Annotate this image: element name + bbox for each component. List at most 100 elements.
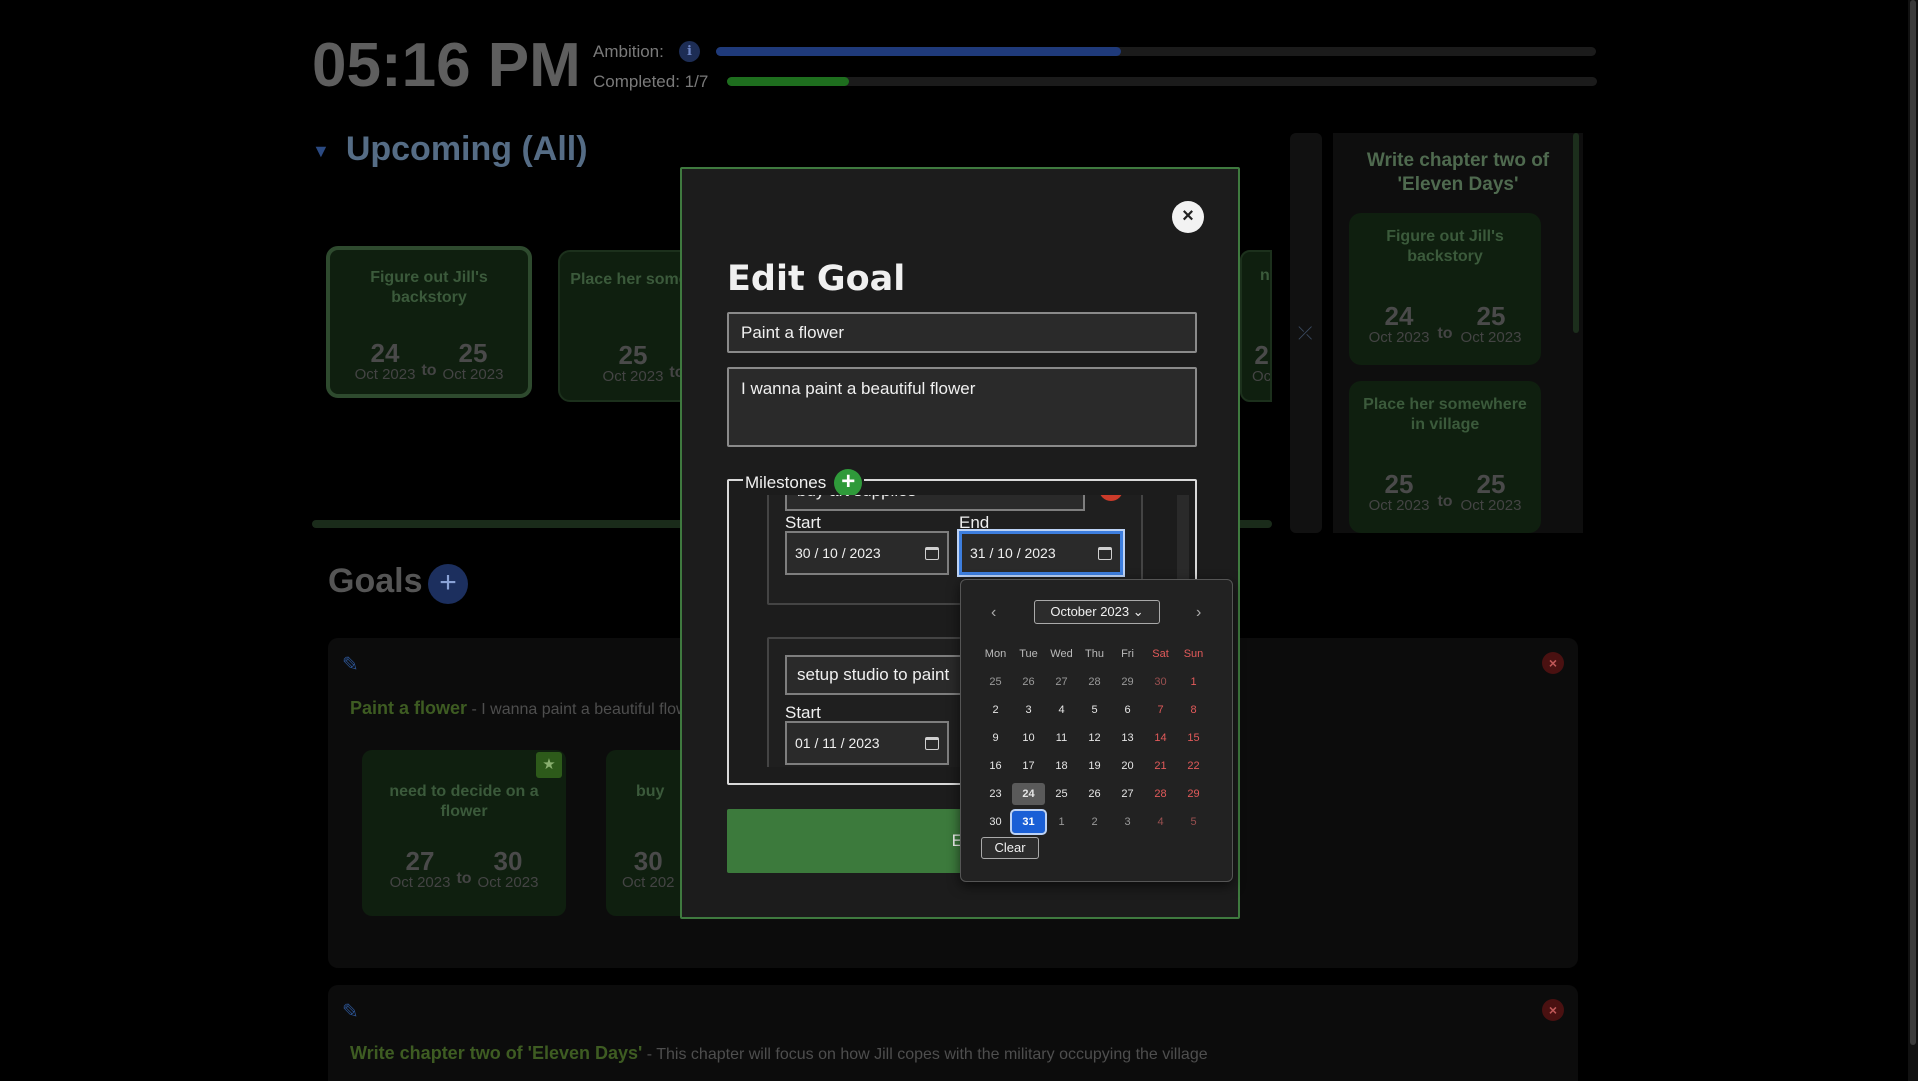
calendar-icon[interactable] xyxy=(925,736,939,750)
calendar-day[interactable]: 25 xyxy=(1045,783,1078,805)
modal-title: Edit Goal xyxy=(727,259,906,299)
start-date-input[interactable]: 01 / 11 / 2023 xyxy=(785,721,949,765)
card-title: Place her somewhere in village xyxy=(1363,396,1527,433)
start-month: Oct 2023 xyxy=(389,874,451,891)
goal-separator: - xyxy=(467,701,482,718)
calendar-day[interactable]: 6 xyxy=(1111,699,1144,721)
calendar-day[interactable]: 26 xyxy=(1078,783,1111,805)
calendar-day[interactable]: 20 xyxy=(1111,755,1144,777)
start-month: Oct 2023 xyxy=(1368,329,1430,346)
goal-name-input[interactable] xyxy=(727,312,1197,353)
calendar-day[interactable]: 15 xyxy=(1177,727,1210,749)
collapse-triangle-icon[interactable]: ▼ xyxy=(312,141,330,162)
upcoming-heading[interactable]: ▼ Upcoming (All) xyxy=(312,130,588,169)
calendar-day[interactable]: 27 xyxy=(1111,783,1144,805)
side-card[interactable]: Figure out Jill's backstory 24 Oct 2023 t… xyxy=(1349,213,1541,365)
calendar-day[interactable]: 16 xyxy=(979,755,1012,777)
milestone-name-input[interactable] xyxy=(785,495,1085,511)
goal-name: Paint a flower xyxy=(350,698,468,718)
milestones-label: Milestones xyxy=(745,473,827,492)
end-day: 25 xyxy=(1476,469,1506,499)
calendar-day[interactable]: 27 xyxy=(1045,671,1078,693)
delete-icon[interactable]: × xyxy=(1542,652,1564,674)
calendar-day[interactable]: 2 xyxy=(1078,811,1111,833)
calendar-day[interactable]: 18 xyxy=(1045,755,1078,777)
weekday-header: Mon xyxy=(984,648,1007,660)
calendar-day[interactable]: 4 xyxy=(1045,699,1078,721)
calendar-icon[interactable] xyxy=(925,546,939,560)
next-month-icon[interactable]: › xyxy=(1196,604,1201,622)
end-month: Oct 2023 xyxy=(442,366,504,383)
calendar-day[interactable]: 17 xyxy=(1012,755,1045,777)
edit-icon[interactable]: ✎ xyxy=(342,999,364,1023)
calendar-day[interactable]: 3 xyxy=(1111,811,1144,833)
calendar-day[interactable]: 19 xyxy=(1078,755,1111,777)
close-icon[interactable]: × xyxy=(1172,201,1204,233)
calendar-day[interactable]: 2 xyxy=(979,699,1012,721)
end-month: Oct 2023 xyxy=(1460,329,1522,346)
end-day: 25 xyxy=(1476,301,1506,331)
end-day: 25 xyxy=(458,338,488,368)
add-milestone-button[interactable]: + xyxy=(834,469,863,497)
calendar-day[interactable]: 1 xyxy=(1177,671,1210,693)
calendar-day[interactable]: 10 xyxy=(1012,727,1045,749)
calendar-day[interactable]: 31 xyxy=(1010,809,1047,835)
star-icon[interactable]: ★ xyxy=(536,752,562,778)
calendar-day[interactable]: 4 xyxy=(1144,811,1177,833)
calendar-day[interactable]: 29 xyxy=(1111,671,1144,693)
calendar-day[interactable]: 28 xyxy=(1144,783,1177,805)
month-year-select[interactable]: October 2023 ⌄ xyxy=(1034,600,1160,624)
prev-month-icon[interactable]: ‹ xyxy=(991,604,996,622)
weekday-header: Thu xyxy=(1085,648,1104,660)
calendar-day[interactable]: 3 xyxy=(1012,699,1045,721)
calendar-day[interactable]: 30 xyxy=(1144,671,1177,693)
calendar-day[interactable]: 7 xyxy=(1144,699,1177,721)
calendar-day[interactable]: 24 xyxy=(1012,783,1045,805)
calendar-day[interactable]: 5 xyxy=(1078,699,1111,721)
calendar-day[interactable]: 28 xyxy=(1078,671,1111,693)
calendar-day[interactable]: 14 xyxy=(1144,727,1177,749)
calendar-day[interactable]: 5 xyxy=(1177,811,1210,833)
add-goal-button[interactable]: + xyxy=(428,564,468,604)
ambition-bar-fill xyxy=(716,47,1121,56)
info-icon[interactable]: i xyxy=(679,41,700,62)
calendar-day[interactable]: 8 xyxy=(1177,699,1210,721)
milestone-card-partial[interactable]: buy 30 Oct 202 xyxy=(606,750,686,916)
calendar-day[interactable]: 26 xyxy=(1012,671,1045,693)
start-day: 24 xyxy=(1384,301,1414,331)
side-panel-title: Write chapter two of 'Eleven Days' xyxy=(1366,150,1550,195)
side-panel-scrollbar[interactable] xyxy=(1573,133,1579,333)
page-scrollbar-thumb[interactable] xyxy=(1910,0,1916,1045)
upcoming-heading-text: Upcoming (All) xyxy=(345,130,588,168)
collapse-arrows-icon[interactable]: ⤫ xyxy=(1298,323,1312,344)
start-month: Oct 2023 xyxy=(354,366,416,383)
calendar-day[interactable]: 23 xyxy=(979,783,1012,805)
side-collapse-bar[interactable]: ⤫ xyxy=(1290,133,1322,533)
end-date-value: 31 / 10 / 2023 xyxy=(970,545,1056,561)
edit-icon[interactable]: ✎ xyxy=(342,652,364,676)
start-day: 25 xyxy=(1384,469,1414,499)
start-date-input[interactable]: 30 / 10 / 2023 xyxy=(785,531,949,575)
calendar-day[interactable]: 13 xyxy=(1111,727,1144,749)
calendar-day[interactable]: 12 xyxy=(1078,727,1111,749)
goal-description-input[interactable]: I wanna paint a beautiful flower xyxy=(727,367,1197,447)
end-date-input[interactable]: 31 / 10 / 2023 xyxy=(957,529,1125,577)
side-card[interactable]: Place her somewhere in village 25 Oct 202… xyxy=(1349,381,1541,533)
upcoming-card-partial[interactable]: ne 2Oc xyxy=(1240,250,1272,402)
page-scrollbar[interactable] xyxy=(1908,0,1918,1081)
clear-button[interactable]: Clear xyxy=(981,837,1039,859)
calendar-day[interactable]: 25 xyxy=(979,671,1012,693)
calendar-day[interactable]: 29 xyxy=(1177,783,1210,805)
remove-milestone-icon[interactable]: × xyxy=(1099,495,1123,501)
calendar-day[interactable]: 1 xyxy=(1045,811,1078,833)
calendar-day[interactable]: 9 xyxy=(979,727,1012,749)
goal-summary: Write chapter two of 'Eleven Days' - Thi… xyxy=(350,1043,1208,1064)
calendar-day[interactable]: 21 xyxy=(1144,755,1177,777)
calendar-icon[interactable] xyxy=(1098,546,1112,560)
delete-icon[interactable]: × xyxy=(1542,999,1564,1021)
upcoming-card[interactable]: Figure out Jill's backstory 24 Oct 2023 t… xyxy=(326,246,532,398)
calendar-day[interactable]: 22 xyxy=(1177,755,1210,777)
calendar-day[interactable]: 11 xyxy=(1045,727,1078,749)
milestone-card[interactable]: ★ need to decide on a flower 27 Oct 2023 … xyxy=(362,750,566,916)
calendar-day[interactable]: 30 xyxy=(979,811,1012,833)
